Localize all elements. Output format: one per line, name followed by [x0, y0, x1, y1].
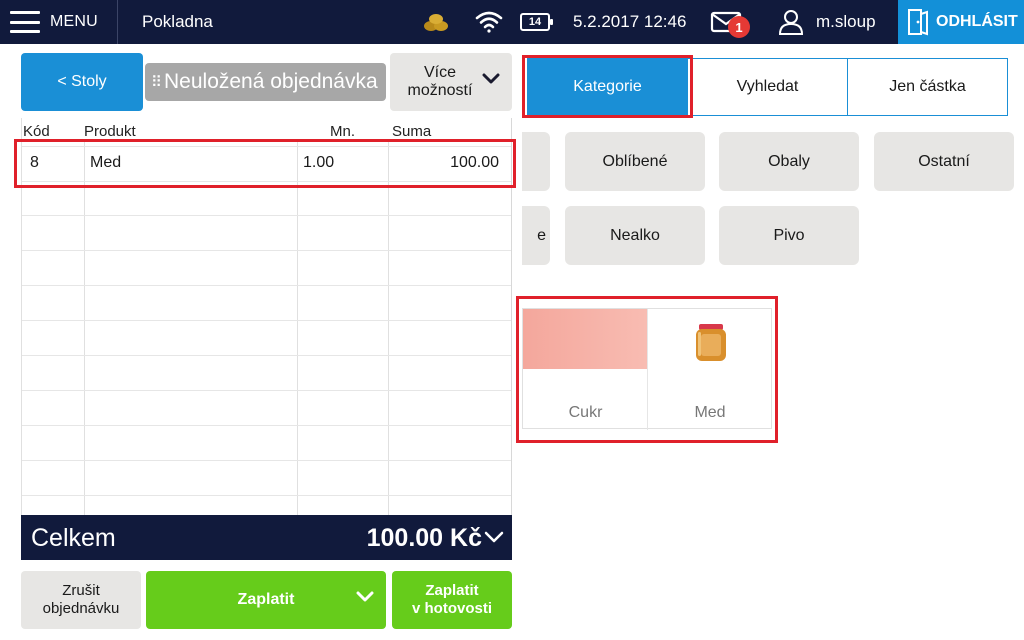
category-favorites[interactable]: Oblíbené — [565, 132, 705, 191]
pay-cash-button[interactable]: Zaplatit v hotovosti — [392, 571, 512, 629]
mail-count-badge: 1 — [728, 16, 750, 38]
logout-label: ODHLÁSIT — [936, 13, 1018, 30]
total-value: 100.00 Kč — [366, 524, 482, 552]
total-bar[interactable]: Celkem 100.00 Kč — [21, 515, 512, 560]
battery-level: 14 — [520, 13, 553, 31]
menu-label: MENU — [50, 13, 98, 30]
product-color-swatch — [523, 309, 647, 369]
col-sum-header: Suma — [392, 123, 432, 140]
more-options-label: Více možností — [407, 64, 473, 99]
user-info[interactable]: m.sloup — [778, 0, 876, 44]
product-label: Med — [694, 404, 726, 421]
col-code-header: Kód — [23, 123, 50, 140]
category-other[interactable]: Ostatní — [874, 132, 1014, 191]
order-name-field[interactable]: ⠿ Neuložená objednávka — [145, 63, 386, 101]
col-product-header: Produkt — [84, 123, 136, 140]
honey-jar-icon — [696, 324, 726, 361]
messages-button[interactable]: 1 — [706, 0, 750, 44]
product-label: Cukr — [568, 404, 603, 421]
wifi-icon — [474, 0, 504, 44]
tab-categories[interactable]: Kategorie — [528, 59, 688, 115]
category-packaging[interactable]: Obaly — [719, 132, 859, 191]
more-options-button[interactable]: Více možností — [390, 53, 512, 111]
chevron-down-icon — [484, 531, 504, 543]
cancel-order-button[interactable]: Zrušit objednávku — [21, 571, 141, 629]
coins-icon[interactable] — [421, 0, 451, 44]
product-grid: Cukr Med — [522, 308, 772, 430]
total-label: Celkem — [31, 524, 116, 552]
top-bar: MENU Pokladna 14 5.2.2017 12:46 1 m.slou… — [0, 0, 1024, 44]
tab-search[interactable]: Vyhledat — [688, 59, 848, 115]
pos-app: MENU Pokladna 14 5.2.2017 12:46 1 m.slou… — [0, 0, 1024, 640]
right-tabs: Kategorie Vyhledat Jen částka — [527, 58, 1008, 116]
back-to-tables-button[interactable]: < Stoly — [21, 53, 143, 111]
logout-button[interactable]: ODHLÁSIT — [898, 0, 1024, 44]
menu-button[interactable]: MENU — [0, 0, 118, 44]
category-beer[interactable]: Pivo — [719, 206, 859, 265]
category-partial-1[interactable] — [522, 132, 550, 191]
col-qty-header: Mn. — [330, 123, 356, 140]
row-qty: 1.00 — [303, 154, 335, 171]
order-name-label: Neuložená objednávka — [164, 70, 378, 93]
table-row[interactable]: 8 Med 1.00 100.00 — [22, 146, 511, 181]
datetime: 5.2.2017 12:46 — [573, 12, 687, 31]
category-partial-2[interactable]: e — [522, 206, 550, 265]
door-exit-icon — [908, 9, 928, 36]
product-sugar[interactable]: Cukr — [523, 309, 648, 430]
row-sum: 100.00 — [450, 154, 499, 171]
page-title: Pokladna — [142, 12, 213, 31]
hamburger-icon — [10, 11, 40, 33]
user-icon — [778, 10, 804, 35]
pay-label: Zaplatit — [237, 591, 295, 608]
tab-amount-only[interactable]: Jen částka — [848, 59, 1007, 115]
chevron-down-icon[interactable] — [356, 591, 374, 603]
row-product: Med — [90, 154, 122, 171]
pay-button[interactable]: Zaplatit — [146, 571, 386, 629]
category-soft-drinks[interactable]: Nealko — [565, 206, 705, 265]
battery-icon: 14 — [517, 0, 553, 44]
drag-handle-icon[interactable]: ⠿ — [151, 73, 162, 91]
row-code: 8 — [30, 154, 39, 171]
chevron-down-icon — [482, 73, 500, 84]
order-items-table: Kód Produkt Mn. Suma 8 Med 1.00 100.00 — [21, 118, 512, 515]
table-header: Kód Produkt Mn. Suma — [22, 118, 511, 140]
product-honey[interactable]: Med — [647, 309, 772, 430]
username: m.sloup — [816, 12, 876, 31]
